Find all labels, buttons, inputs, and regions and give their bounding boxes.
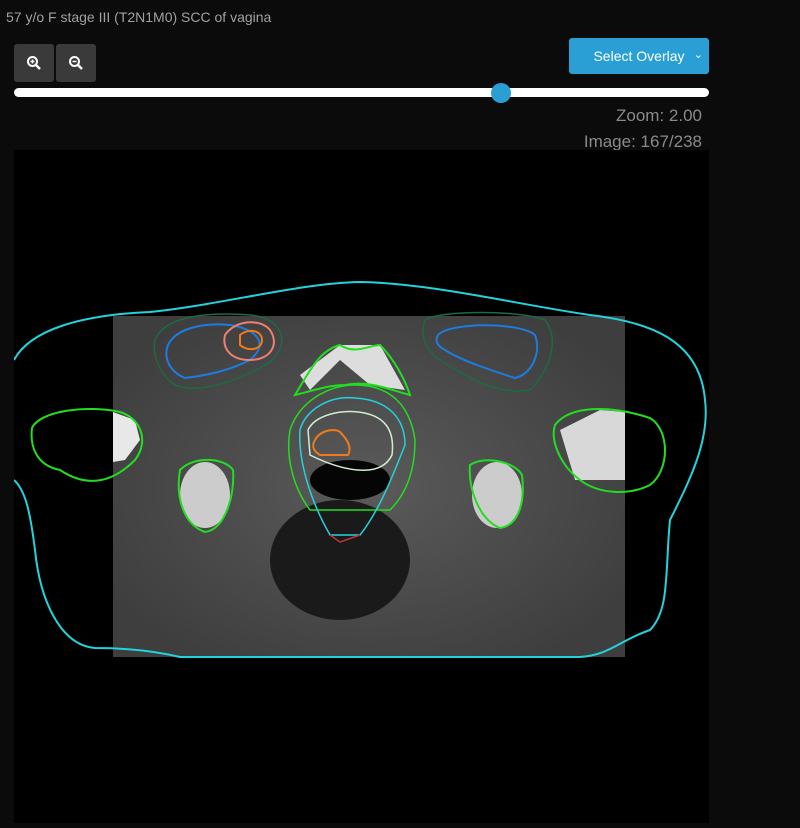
chevron-down-icon: ⌄ (693, 49, 703, 61)
case-title: 57 y/o F stage III (T2N1M0) SCC of vagin… (6, 9, 272, 25)
ct-scan-image (13, 280, 707, 658)
zoom-in-icon (27, 56, 41, 70)
select-overlay-dropdown[interactable]: Select Overlay ⌄ (569, 38, 709, 74)
zoom-out-button[interactable] (56, 44, 96, 82)
image-viewer[interactable] (13, 150, 709, 823)
select-overlay-label: Select Overlay (593, 48, 685, 64)
zoom-out-icon (69, 56, 83, 70)
image-index-readout: Image: 167/238 (583, 132, 702, 151)
zoom-readout: Zoom: 2.00 (616, 106, 702, 125)
image-slider[interactable] (14, 83, 709, 103)
zoom-in-button[interactable] (14, 44, 54, 82)
slider-thumb[interactable] (490, 83, 511, 103)
